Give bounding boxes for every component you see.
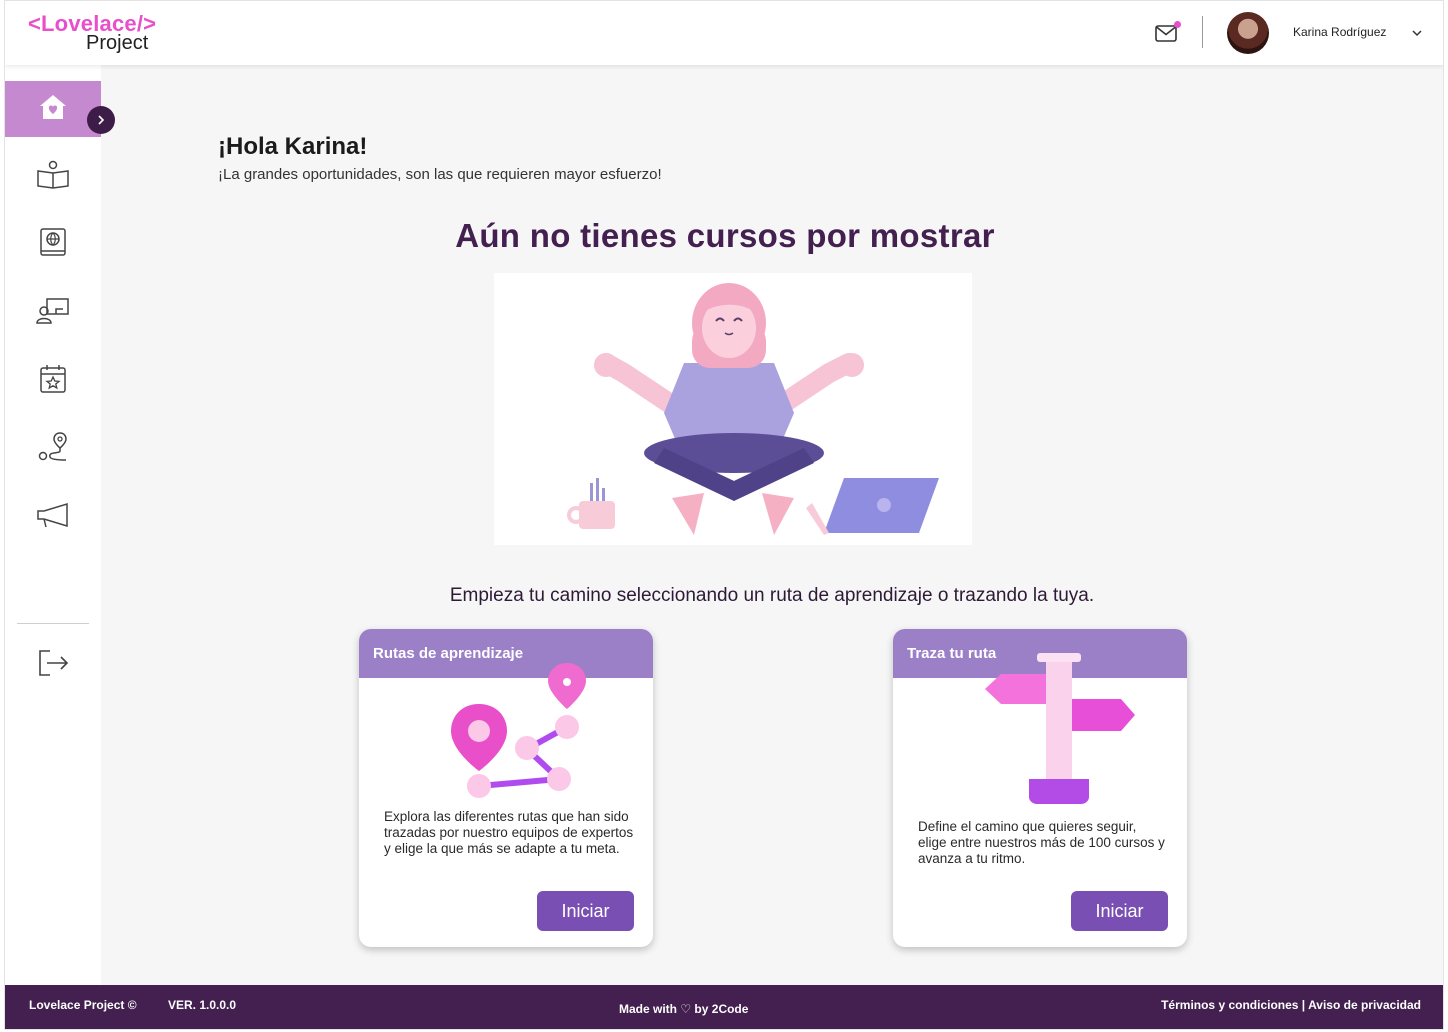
header-divider bbox=[1202, 16, 1203, 48]
logo[interactable]: <Lovelace/> Project bbox=[28, 13, 156, 54]
sidebar-divider bbox=[17, 623, 89, 624]
notification-dot bbox=[1174, 21, 1181, 28]
logout-icon bbox=[36, 648, 70, 683]
teacher-board-icon bbox=[36, 296, 70, 331]
privacy-link[interactable]: Aviso de privacidad bbox=[1308, 998, 1421, 1012]
calendar-star-icon bbox=[38, 363, 68, 400]
learning-path-prompt: Empieza tu camino seleccionando un ruta … bbox=[449, 585, 1095, 606]
logo-bottom-text: Project bbox=[86, 32, 149, 54]
footer-version: VER. 1.0.0.0 bbox=[168, 998, 237, 1012]
start-trace-route-button[interactable]: Iniciar bbox=[1071, 891, 1168, 931]
greeting-subtitle: ¡La grandes oportunidades, son las que r… bbox=[218, 166, 662, 183]
empty-state-title: Aún no tienes cursos por mostrar bbox=[455, 217, 995, 254]
learning-paths-card: Rutas de aprendizaje Explora las diferen… bbox=[359, 629, 653, 947]
route-pin-icon bbox=[36, 431, 70, 468]
footer-separator: | bbox=[1298, 998, 1309, 1012]
trace-route-card: Traza tu ruta Define el camino que quier… bbox=[893, 629, 1187, 947]
footer: Lovelace Project © VER. 1.0.0.0 Made wit… bbox=[5, 985, 1443, 1029]
start-learning-paths-button[interactable]: Iniciar bbox=[537, 891, 634, 931]
sidebar-item-routes[interactable] bbox=[5, 421, 101, 477]
open-book-icon bbox=[36, 160, 70, 195]
megaphone-icon bbox=[36, 501, 70, 534]
chevron-down-icon[interactable] bbox=[1410, 26, 1424, 40]
card-description: Explora las diferentes rutas que han sid… bbox=[384, 809, 634, 856]
terms-link[interactable]: Términos y condiciones bbox=[1161, 998, 1298, 1012]
top-bar: <Lovelace/> Project Karina Rodríguez bbox=[5, 1, 1443, 65]
home-heart-icon bbox=[37, 93, 69, 126]
meditation-illustration bbox=[494, 273, 972, 545]
card-description: Define el camino que quieres seguir, eli… bbox=[918, 819, 1165, 866]
sidebar-item-logout[interactable] bbox=[5, 637, 101, 693]
footer-links: Términos y condiciones | Aviso de privac… bbox=[1161, 998, 1421, 1012]
sidebar-item-home[interactable] bbox=[5, 81, 101, 137]
sidebar-item-mentors[interactable] bbox=[5, 285, 101, 341]
chevron-right-icon bbox=[98, 115, 105, 125]
avatar[interactable] bbox=[1227, 12, 1269, 54]
sidebar-item-announcements[interactable] bbox=[5, 489, 101, 545]
sidebar bbox=[5, 65, 115, 985]
signpost-icon bbox=[985, 653, 1135, 804]
footer-copyright: Lovelace Project © bbox=[29, 998, 137, 1012]
sidebar-expand-button[interactable] bbox=[87, 106, 115, 134]
mail-icon[interactable] bbox=[1155, 21, 1181, 45]
route-map-icon bbox=[451, 663, 586, 798]
user-name[interactable]: Karina Rodríguez bbox=[1293, 25, 1386, 39]
app-frame: <Lovelace/> Project Karina Rodríguez ¡Ho… bbox=[4, 0, 1444, 1030]
greeting-title: ¡Hola Karina! bbox=[218, 133, 368, 160]
sidebar-item-courses[interactable] bbox=[5, 149, 101, 205]
sidebar-item-events[interactable] bbox=[5, 353, 101, 409]
footer-made-with: Made with ♡ by 2Code bbox=[619, 1002, 749, 1016]
